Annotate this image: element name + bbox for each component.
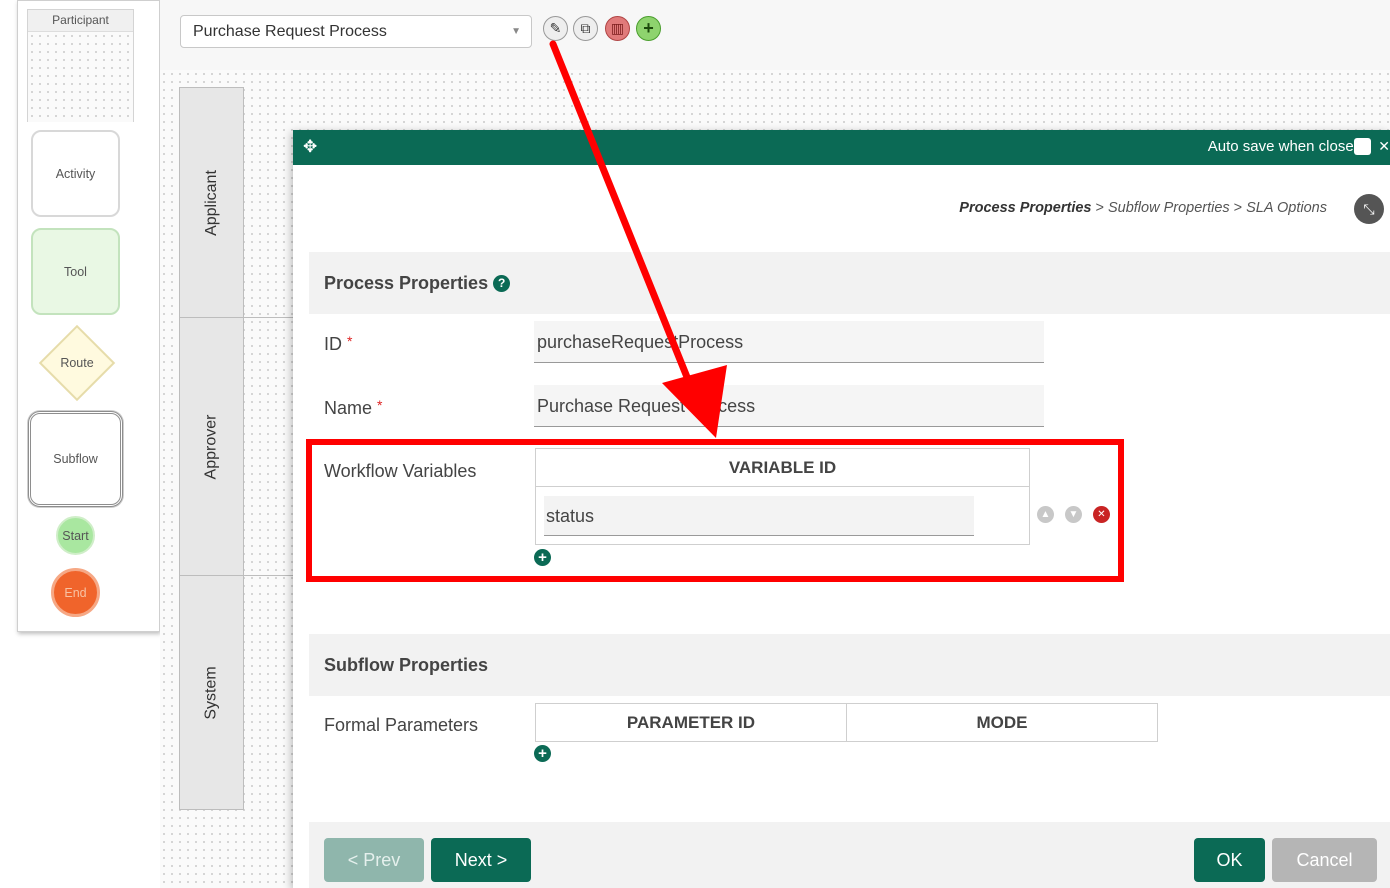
annotation-arrow: [549, 40, 727, 438]
